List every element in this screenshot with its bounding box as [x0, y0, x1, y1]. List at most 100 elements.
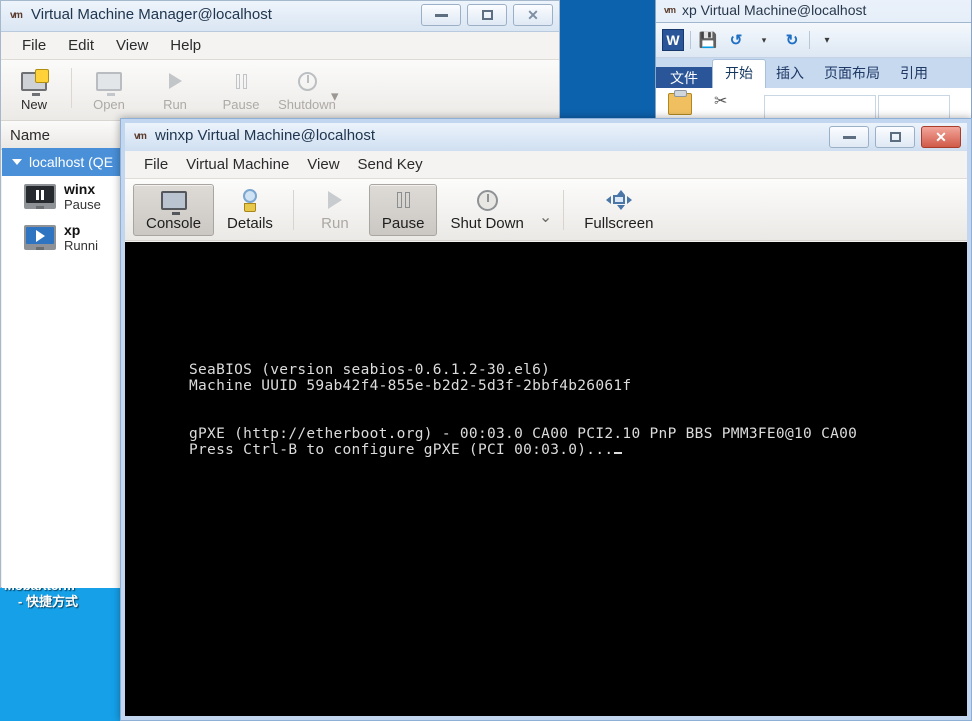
word-quick-access-toolbar: W 💾 ↺ ▾ ↻ ▾ — [656, 23, 971, 58]
toolbar-overflow-chevron-icon[interactable]: ▾ — [331, 87, 339, 105]
maximize-button[interactable] — [875, 126, 915, 148]
winxp-titlebar[interactable]: vm winxp Virtual Machine@localhost ✕ — [125, 123, 967, 151]
pause-button[interactable]: Pause — [368, 183, 438, 236]
menu-help[interactable]: Help — [159, 34, 212, 57]
vmm-titlebar[interactable]: vm Virtual Machine Manager@localhost ✕ — [1, 1, 559, 32]
tab-file[interactable]: 文件 — [656, 67, 712, 88]
redo-icon[interactable]: ↻ — [781, 29, 803, 51]
fullscreen-label: Fullscreen — [584, 215, 654, 232]
toolbar-open-button[interactable]: Open — [76, 60, 142, 112]
save-icon[interactable]: 💾 — [697, 29, 719, 51]
console-boot-text: SeaBIOS (version seabios-0.6.1.2-30.el6)… — [189, 361, 858, 458]
vm-icon: vm — [134, 131, 147, 142]
run-icon — [142, 66, 208, 96]
shutdown-button[interactable]: Shut Down — [437, 184, 536, 236]
vm-winxp-text: winx Pause — [64, 181, 101, 213]
details-label: Details — [227, 215, 273, 232]
word-application: W 💾 ↺ ▾ ↻ ▾ 文件 开始 插入 页面布局 引用 ✂ — [656, 22, 971, 124]
details-button[interactable]: Details — [214, 184, 286, 236]
minimize-icon — [434, 13, 448, 17]
close-icon: ✕ — [527, 7, 539, 23]
tab-home[interactable]: 开始 — [712, 59, 766, 88]
toolbar-new-label: New — [20, 97, 47, 112]
qat-separator-2 — [809, 31, 810, 49]
xp-window-title: xp Virtual Machine@localhost — [682, 2, 867, 18]
toolbar-separator-1 — [71, 68, 72, 108]
toolbar-separator-2 — [563, 189, 565, 230]
maximize-icon — [481, 10, 493, 20]
console-label: Console — [146, 215, 202, 232]
run-icon — [327, 187, 342, 213]
vm-winxp-name: winx — [64, 180, 96, 197]
console-icon — [160, 187, 187, 215]
close-button[interactable]: ✕ — [921, 126, 961, 148]
toolbar-new-button[interactable]: New — [1, 60, 67, 112]
xp-virtual-machine-window[interactable]: vm xp Virtual Machine@localhost W 💾 ↺ ▾ … — [655, 0, 972, 125]
winxp-toolbar: Console Details Run Pause Shut Down ⌄ Fu… — [125, 179, 967, 241]
console-button[interactable]: Console — [133, 183, 215, 236]
word-ribbon-tabs: 文件 开始 插入 页面布局 引用 — [656, 58, 971, 88]
pause-icon — [208, 66, 274, 96]
customize-qat-icon[interactable]: ▾ — [816, 29, 838, 51]
vmm-toolbar: New Open Run Pause Shutdown ▾ — [1, 60, 559, 121]
details-icon — [242, 187, 257, 213]
undo-dropdown-icon[interactable]: ▾ — [753, 29, 775, 51]
vm-icon: vm — [10, 10, 23, 21]
menu-file[interactable]: File — [135, 153, 177, 176]
close-icon: ✕ — [935, 129, 947, 145]
vm-winxp-status: Pause — [64, 196, 101, 212]
undo-icon[interactable]: ↺ — [725, 29, 747, 51]
vmm-window-controls: ✕ — [421, 4, 553, 26]
vm-paused-icon — [24, 184, 56, 209]
word-logo-icon: W — [662, 29, 684, 51]
vmm-window-title: Virtual Machine Manager@localhost — [31, 6, 272, 23]
vm-running-icon — [24, 225, 56, 250]
new-badge-icon — [35, 68, 49, 83]
menu-send-key[interactable]: Send Key — [349, 153, 432, 176]
close-button[interactable]: ✕ — [513, 4, 553, 26]
tab-insert[interactable]: 插入 — [766, 59, 814, 88]
tab-references[interactable]: 引用 — [890, 59, 938, 88]
pause-label: Pause — [381, 215, 425, 232]
toolbar-pause-button[interactable]: Pause — [208, 60, 274, 112]
toolbar-separator-1 — [292, 189, 294, 230]
menu-virtual-machine[interactable]: Virtual Machine — [177, 153, 298, 176]
vm-icon: vm — [664, 5, 676, 15]
menu-edit[interactable]: Edit — [57, 34, 105, 57]
winxp-window-title: winxp Virtual Machine@localhost — [155, 127, 376, 144]
shutdown-dropdown-chevron-icon[interactable]: ⌄ — [539, 207, 552, 227]
toolbar-run-label: Run — [163, 97, 187, 112]
cut-scissors-icon[interactable]: ✂ — [714, 93, 727, 111]
toolbar-open-label: Open — [93, 97, 125, 112]
menu-file[interactable]: File — [11, 34, 57, 57]
xp-window-titlebar[interactable]: vm xp Virtual Machine@localhost — [656, 0, 971, 22]
paste-clipboard-icon[interactable] — [668, 90, 692, 115]
tab-page-layout[interactable]: 页面布局 — [814, 59, 890, 88]
vm-console-display[interactable]: SeaBIOS (version seabios-0.6.1.2-30.el6)… — [125, 242, 967, 716]
vmm-menubar: File Edit View Help — [1, 32, 559, 60]
vm-xp-name: xp — [64, 221, 81, 238]
desktop-icon-label-line2: - 快捷方式 — [18, 594, 78, 609]
toolbar-run-button[interactable]: Run — [142, 60, 208, 112]
menu-view[interactable]: View — [105, 34, 159, 57]
vm-xp-status: Runni — [64, 237, 98, 253]
maximize-button[interactable] — [467, 4, 507, 26]
column-header-name[interactable]: Name — [10, 127, 50, 144]
minimize-button[interactable] — [829, 126, 869, 148]
run-button[interactable]: Run — [301, 184, 369, 236]
winxp-virtual-machine-window[interactable]: vm winxp Virtual Machine@localhost ✕ Fil… — [120, 118, 972, 721]
disclosure-triangle-icon[interactable] — [12, 159, 22, 165]
vm-xp-text: xp Runni — [64, 222, 98, 254]
shutdown-icon — [476, 187, 498, 213]
pause-icon — [396, 187, 410, 213]
fullscreen-button[interactable]: Fullscreen — [571, 184, 666, 236]
fullscreen-icon — [605, 187, 632, 213]
open-icon — [76, 66, 142, 96]
minimize-button[interactable] — [421, 4, 461, 26]
qat-separator-1 — [690, 31, 691, 49]
winxp-menubar: File Virtual Machine View Send Key — [125, 151, 967, 179]
toolbar-pause-label: Pause — [222, 97, 260, 112]
maximize-icon — [889, 132, 901, 142]
menu-view[interactable]: View — [298, 153, 348, 176]
console-cursor — [614, 451, 623, 454]
